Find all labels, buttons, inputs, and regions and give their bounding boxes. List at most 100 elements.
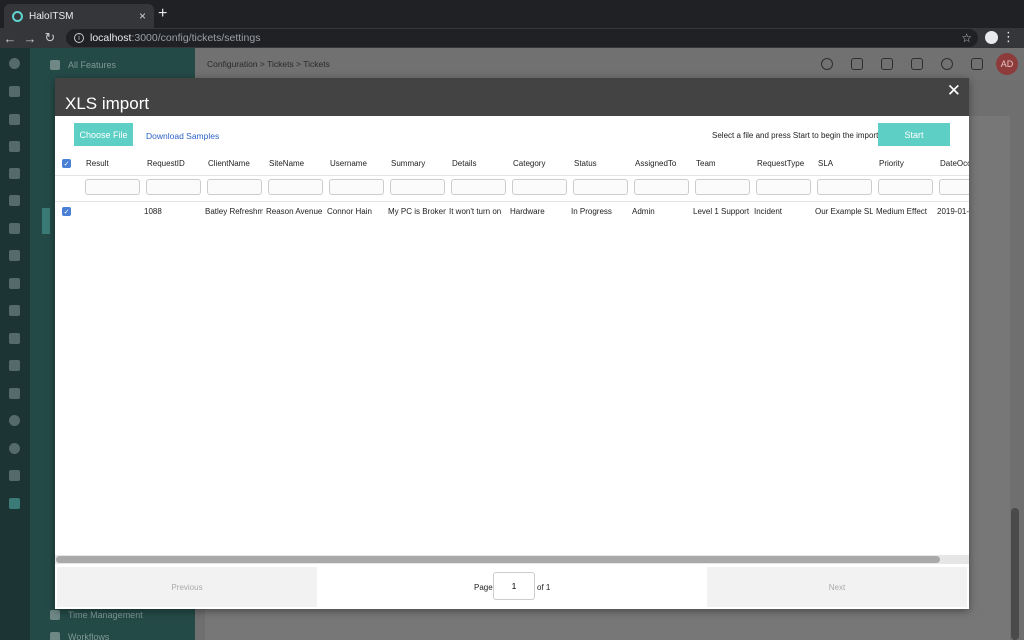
url-host: localhost: [90, 32, 132, 44]
search-icon[interactable]: [9, 443, 20, 454]
column-filter-input[interactable]: [695, 179, 750, 195]
avatar[interactable]: AD: [996, 53, 1018, 75]
table-cell: In Progress: [571, 207, 612, 216]
sidebar-item-all-features[interactable]: All Features: [50, 60, 116, 70]
column-filter-input[interactable]: [268, 179, 323, 195]
column-header[interactable]: AssignedTo: [635, 159, 676, 168]
browser-toolbar: ← → ↻ i localhost :3000/config/tickets/s…: [0, 28, 1024, 48]
column-filter-input[interactable]: [634, 179, 689, 195]
knowledge-icon[interactable]: [9, 305, 20, 316]
modal-header: XLS import ✕: [55, 78, 969, 116]
back-icon[interactable]: ←: [0, 31, 20, 46]
column-header[interactable]: Details: [452, 159, 476, 168]
column-header[interactable]: Summary: [391, 159, 425, 168]
calendar-icon[interactable]: [9, 388, 20, 399]
column-filter-input[interactable]: [756, 179, 811, 195]
page-number-input[interactable]: [493, 572, 535, 600]
column-header[interactable]: Category: [513, 159, 545, 168]
column-filter-input[interactable]: [878, 179, 933, 195]
clock-icon[interactable]: [9, 415, 20, 426]
column-header[interactable]: RequestType: [757, 159, 804, 168]
column-header[interactable]: Result: [86, 159, 109, 168]
column-filter-input[interactable]: [512, 179, 567, 195]
download-samples-link[interactable]: Download Samples: [146, 131, 219, 141]
new-tab-icon[interactable]: +: [158, 5, 167, 23]
tab-title: HaloITSM: [29, 10, 74, 22]
row-checkbox[interactable]: ✓: [62, 207, 71, 216]
column-filter-input[interactable]: [146, 179, 201, 195]
clipboard-icon[interactable]: [881, 58, 893, 70]
column-filter-input[interactable]: [390, 179, 445, 195]
column-filter-input[interactable]: [451, 179, 506, 195]
feedback-icon[interactable]: [9, 250, 20, 261]
previous-button[interactable]: Previous: [57, 567, 317, 607]
select-all-checkbox[interactable]: ✓: [62, 159, 71, 168]
table-cell: 1088: [144, 207, 162, 216]
column-header[interactable]: ClientName: [208, 159, 250, 168]
config-icon[interactable]: [9, 498, 20, 509]
browser-menu-icon[interactable]: ⋮: [1002, 29, 1015, 45]
file-icon[interactable]: [9, 470, 20, 481]
table-cell: 2019-01-0: [937, 207, 969, 216]
column-filter-input[interactable]: [817, 179, 872, 195]
xls-import-modal: XLS import ✕ Choose File Download Sample…: [55, 78, 969, 609]
halo-logo-icon: [9, 58, 20, 69]
column-filter-input[interactable]: [207, 179, 262, 195]
import-grid: ✓ Result RequestID ClientName SiteName Usern…: [55, 151, 969, 555]
column-filter-input[interactable]: [573, 179, 628, 195]
info-icon[interactable]: i: [74, 33, 84, 43]
column-header[interactable]: Username: [330, 159, 367, 168]
reload-icon[interactable]: ↻: [40, 30, 60, 46]
column-filter-input[interactable]: [939, 179, 969, 195]
page-count: of 1: [537, 583, 551, 592]
bookmark-star-icon[interactable]: ☆: [961, 31, 972, 45]
forward-icon[interactable]: →: [20, 31, 40, 46]
bell-icon[interactable]: [851, 58, 863, 70]
home-icon: [50, 60, 60, 70]
pie-icon[interactable]: [9, 360, 20, 371]
assets-icon[interactable]: [9, 195, 20, 206]
chat-icon[interactable]: [9, 333, 20, 344]
column-header[interactable]: DateOccu: [940, 159, 969, 168]
divider: [55, 175, 969, 176]
tickets-icon[interactable]: [9, 86, 20, 97]
page-scrollbar[interactable]: [1011, 508, 1019, 640]
column-filter-input[interactable]: [85, 179, 140, 195]
breadcrumb[interactable]: Configuration > Tickets > Tickets: [207, 59, 330, 69]
documents-icon[interactable]: [9, 223, 20, 234]
column-header[interactable]: SiteName: [269, 159, 304, 168]
column-header[interactable]: Team: [696, 159, 716, 168]
sidebar-item-workflows[interactable]: Workflows: [50, 632, 109, 640]
profile-icon[interactable]: [985, 31, 998, 44]
import-hint: Select a file and press Start to begin t…: [712, 131, 879, 140]
browser-tabbar: HaloITSM × +: [0, 0, 1024, 28]
next-button[interactable]: Next: [707, 567, 967, 607]
table-cell: Incident: [754, 207, 783, 216]
table-cell: Hardware: [510, 207, 545, 216]
tab-close-icon[interactable]: ×: [139, 9, 146, 23]
help-icon[interactable]: [971, 58, 983, 70]
browser-tab[interactable]: HaloITSM ×: [4, 4, 154, 28]
pager: Previous Page of 1 Next: [55, 567, 969, 609]
table-cell: Medium Effect: [876, 207, 927, 216]
users-icon[interactable]: [9, 141, 20, 152]
close-icon[interactable]: ✕: [947, 81, 961, 101]
column-header[interactable]: SLA: [818, 159, 833, 168]
search-icon[interactable]: [821, 58, 833, 70]
page-label: Page: [474, 583, 493, 592]
column-header[interactable]: RequestID: [147, 159, 185, 168]
grid-scroll-thumb[interactable]: [56, 556, 940, 563]
choose-file-button[interactable]: Choose File: [74, 123, 133, 146]
column-header[interactable]: Priority: [879, 159, 904, 168]
packages-icon[interactable]: [9, 278, 20, 289]
inbox-icon[interactable]: [9, 114, 20, 125]
divider: [55, 201, 969, 202]
start-button[interactable]: Start: [878, 123, 950, 146]
rss-icon[interactable]: [911, 58, 923, 70]
column-filter-input[interactable]: [329, 179, 384, 195]
history-icon[interactable]: [941, 58, 953, 70]
address-bar[interactable]: i localhost :3000/config/tickets/setting…: [66, 29, 978, 47]
sidebar-item-time-management[interactable]: Time Management: [50, 610, 143, 620]
column-header[interactable]: Status: [574, 159, 597, 168]
reports-icon[interactable]: [9, 168, 20, 179]
